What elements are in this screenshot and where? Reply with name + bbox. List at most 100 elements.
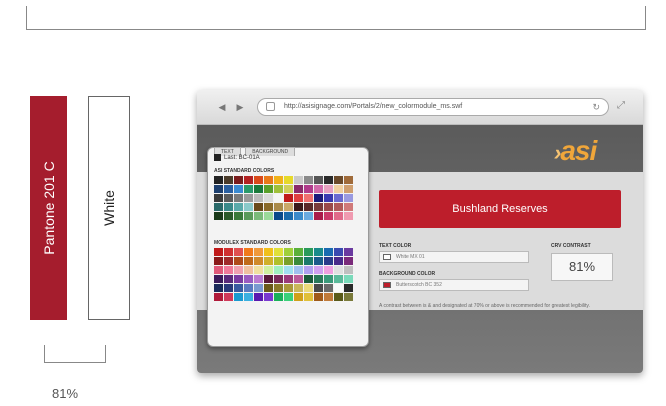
color-cell[interactable] [274, 257, 283, 265]
color-cell[interactable] [224, 185, 233, 193]
color-cell[interactable] [224, 266, 233, 274]
color-cell[interactable] [304, 185, 313, 193]
color-cell[interactable] [304, 248, 313, 256]
asi-color-grid[interactable] [214, 176, 353, 220]
color-cell[interactable] [294, 275, 303, 283]
color-cell[interactable] [244, 293, 253, 301]
color-cell[interactable] [274, 185, 283, 193]
color-cell[interactable] [214, 284, 223, 292]
color-cell[interactable] [254, 212, 263, 220]
color-cell[interactable] [224, 275, 233, 283]
color-cell[interactable] [314, 248, 323, 256]
color-cell[interactable] [214, 212, 223, 220]
color-cell[interactable] [214, 203, 223, 211]
color-cell[interactable] [254, 275, 263, 283]
color-cell[interactable] [234, 203, 243, 211]
color-cell[interactable] [274, 275, 283, 283]
color-cell[interactable] [344, 266, 353, 274]
color-cell[interactable] [264, 266, 273, 274]
expand-icon[interactable]: ⤢ [617, 100, 625, 111]
color-cell[interactable] [324, 248, 333, 256]
color-cell[interactable] [284, 194, 293, 202]
color-cell[interactable] [234, 212, 243, 220]
color-cell[interactable] [224, 257, 233, 265]
color-cell[interactable] [284, 257, 293, 265]
color-cell[interactable] [234, 176, 243, 184]
color-cell[interactable] [244, 176, 253, 184]
color-cell[interactable] [214, 257, 223, 265]
color-cell[interactable] [254, 266, 263, 274]
color-cell[interactable] [274, 203, 283, 211]
color-cell[interactable] [314, 176, 323, 184]
color-cell[interactable] [264, 293, 273, 301]
color-cell[interactable] [344, 194, 353, 202]
color-cell[interactable] [324, 275, 333, 283]
color-cell[interactable] [294, 176, 303, 184]
color-cell[interactable] [244, 284, 253, 292]
color-cell[interactable] [294, 185, 303, 193]
color-cell[interactable] [344, 176, 353, 184]
color-cell[interactable] [314, 194, 323, 202]
color-cell[interactable] [334, 293, 343, 301]
color-cell[interactable] [234, 257, 243, 265]
color-cell[interactable] [234, 293, 243, 301]
color-cell[interactable] [314, 185, 323, 193]
color-cell[interactable] [324, 203, 333, 211]
color-cell[interactable] [284, 185, 293, 193]
color-cell[interactable] [284, 176, 293, 184]
color-cell[interactable] [284, 212, 293, 220]
color-cell[interactable] [324, 284, 333, 292]
color-cell[interactable] [324, 194, 333, 202]
color-cell[interactable] [334, 275, 343, 283]
color-cell[interactable] [224, 203, 233, 211]
url-bar[interactable]: http://asisignage.com/Portals/2/new_colo… [257, 98, 609, 116]
color-cell[interactable] [274, 293, 283, 301]
color-cell[interactable] [254, 176, 263, 184]
color-cell[interactable] [324, 185, 333, 193]
color-cell[interactable] [344, 257, 353, 265]
color-cell[interactable] [334, 212, 343, 220]
color-cell[interactable] [314, 212, 323, 220]
color-cell[interactable] [284, 275, 293, 283]
color-cell[interactable] [304, 176, 313, 184]
color-cell[interactable] [254, 257, 263, 265]
color-cell[interactable] [244, 266, 253, 274]
color-cell[interactable] [344, 284, 353, 292]
color-cell[interactable] [254, 284, 263, 292]
color-cell[interactable] [294, 212, 303, 220]
color-cell[interactable] [284, 203, 293, 211]
forward-icon[interactable]: ▶ [233, 100, 247, 114]
color-cell[interactable] [334, 185, 343, 193]
color-cell[interactable] [264, 248, 273, 256]
color-cell[interactable] [294, 284, 303, 292]
color-cell[interactable] [314, 275, 323, 283]
color-cell[interactable] [314, 203, 323, 211]
color-cell[interactable] [274, 284, 283, 292]
color-cell[interactable] [324, 293, 333, 301]
color-cell[interactable] [344, 203, 353, 211]
color-cell[interactable] [234, 185, 243, 193]
color-cell[interactable] [274, 194, 283, 202]
color-cell[interactable] [244, 212, 253, 220]
color-cell[interactable] [234, 266, 243, 274]
back-icon[interactable]: ◀ [215, 100, 229, 114]
color-cell[interactable] [244, 203, 253, 211]
color-cell[interactable] [214, 248, 223, 256]
color-cell[interactable] [334, 257, 343, 265]
color-cell[interactable] [314, 266, 323, 274]
color-cell[interactable] [304, 194, 313, 202]
color-cell[interactable] [224, 176, 233, 184]
color-cell[interactable] [344, 185, 353, 193]
color-cell[interactable] [344, 275, 353, 283]
color-cell[interactable] [264, 257, 273, 265]
color-cell[interactable] [344, 212, 353, 220]
color-cell[interactable] [264, 194, 273, 202]
color-cell[interactable] [284, 293, 293, 301]
background-color-field[interactable]: Butterscotch BC 352 [379, 279, 529, 291]
color-cell[interactable] [284, 248, 293, 256]
color-cell[interactable] [304, 266, 313, 274]
color-cell[interactable] [244, 257, 253, 265]
color-cell[interactable] [304, 293, 313, 301]
color-cell[interactable] [214, 176, 223, 184]
color-cell[interactable] [254, 185, 263, 193]
